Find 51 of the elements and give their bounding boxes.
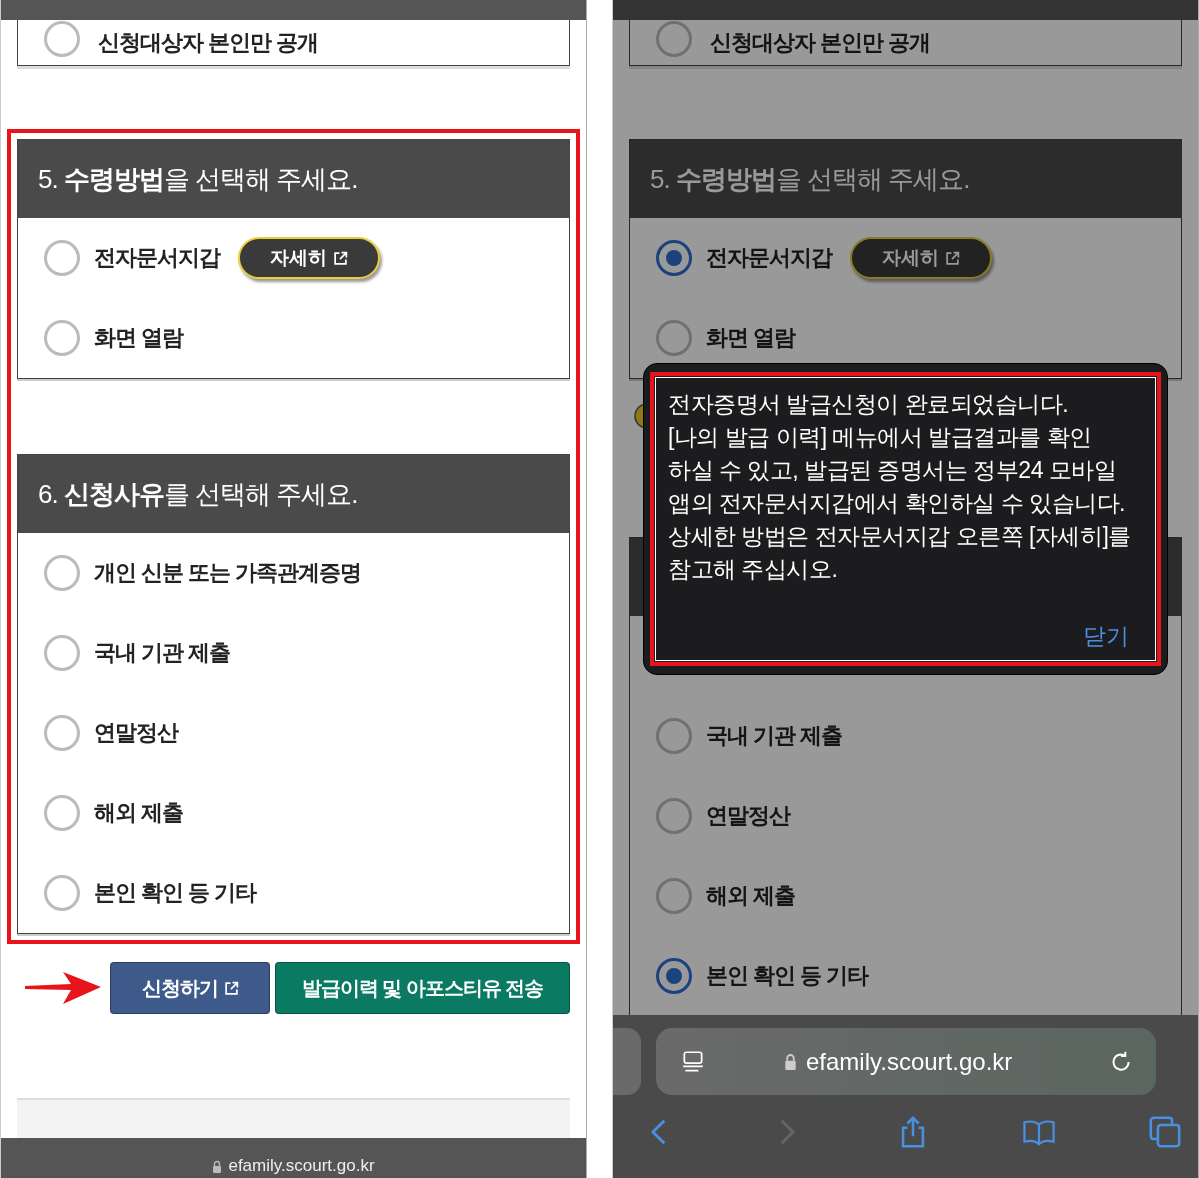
address-bar[interactable]: efamily.scourt.go.kr (656, 1028, 1156, 1095)
radio-button[interactable] (656, 20, 692, 57)
address-bar[interactable]: efamily.scourt.go.kr (1, 1138, 586, 1178)
lock-icon (212, 1160, 223, 1173)
radio-button[interactable] (44, 635, 80, 671)
radio-button[interactable] (656, 958, 692, 994)
radio-button[interactable] (656, 320, 692, 356)
reader-icon (680, 1048, 706, 1075)
radio-button[interactable] (44, 240, 80, 276)
option-label: 신청대상자 본인만 공개 (710, 28, 931, 57)
radio-button[interactable] (44, 795, 80, 831)
radio-button[interactable] (656, 718, 692, 754)
lock-icon (784, 1053, 797, 1070)
tabs-icon[interactable] (1148, 1115, 1182, 1149)
option-label: 화면 열람 (706, 324, 796, 352)
detail-button[interactable]: 자세히 (238, 237, 380, 279)
option-label: 화면 열람 (94, 324, 184, 352)
option-label: 연말정산 (94, 719, 178, 747)
option-label: 연말정산 (706, 802, 790, 830)
tab-preview[interactable] (613, 1028, 641, 1095)
option-label: 해외 제출 (706, 882, 796, 910)
radio-button[interactable] (44, 320, 80, 356)
section-title: 5. 수령방법을 선택해 주세요. (650, 162, 970, 196)
section-title: 6. 신청사유를 선택해 주세요. (38, 477, 358, 511)
dialog-message: 전자증명서 발급신청이 완료되었습니다. [나의 발급 이력] 메뉴에서 발급결과를 확인 하실 수 있고, 발급된 증명서는 정부24 모바일 앱의 전자문서지갑에서 확인하실 수 있습니다. 상세한 방법은 전자문서지갑 오른쪽 [자세히]를 참고해 주십시오. (668, 390, 1132, 584)
section-title: 5. 수령방법을 선택해 주세요. (38, 162, 358, 196)
radio-button[interactable] (44, 715, 80, 751)
option-label: 해외 제출 (94, 799, 184, 827)
radio-button[interactable] (656, 878, 692, 914)
url-text: efamily.scourt.go.kr (806, 1047, 1013, 1076)
external-link-icon (333, 250, 348, 266)
close-button[interactable]: 닫기 (1083, 621, 1129, 652)
option-label: 전자문서지갑 (94, 244, 220, 272)
external-link-icon (223, 980, 239, 996)
radio-button[interactable] (44, 20, 80, 57)
url-text: efamily.scourt.go.kr (228, 1156, 375, 1176)
radio-button[interactable] (656, 240, 692, 276)
action-button[interactable]: 발급이력 및 아포스티유 전송 (275, 962, 570, 1014)
option-label: 국내 기관 제출 (706, 722, 843, 750)
radio-button[interactable] (656, 798, 692, 834)
option-label: 전자문서지갑 (706, 244, 832, 272)
detail-button[interactable]: 자세히 (850, 237, 992, 279)
option-label: 신청대상자 본인만 공개 (98, 28, 319, 57)
radio-button[interactable] (44, 875, 80, 911)
option-label: 본인 확인 등 기타 (706, 962, 869, 990)
external-link-icon (945, 250, 960, 266)
option-label: 본인 확인 등 기타 (94, 879, 257, 907)
action-button[interactable]: 신청하기 (110, 962, 270, 1014)
option-label: 국내 기관 제출 (94, 639, 231, 667)
radio-button[interactable] (44, 555, 80, 591)
option-label: 개인 신분 또는 가족관계증명 (94, 559, 362, 587)
